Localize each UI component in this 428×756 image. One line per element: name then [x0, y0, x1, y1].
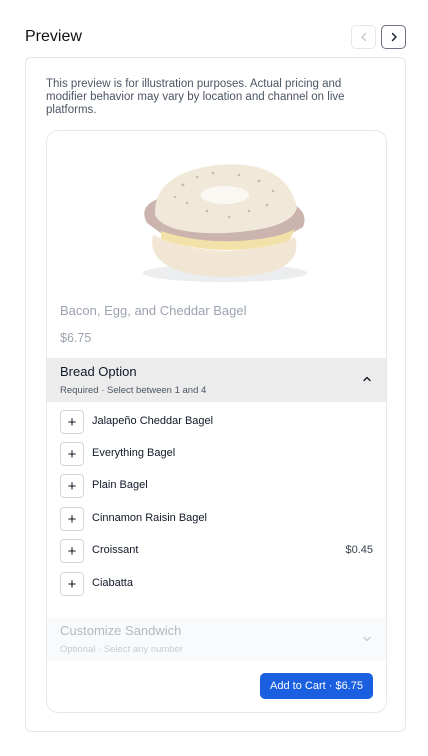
add-option-button[interactable]: +	[60, 539, 84, 563]
chevron-left-icon	[360, 32, 366, 42]
chevron-down-icon	[363, 636, 371, 642]
add-option-button[interactable]: +	[60, 507, 84, 531]
option-label: Cinnamon Raisin Bagel	[92, 512, 207, 524]
add-option-button[interactable]: +	[60, 572, 84, 596]
bread-option-group-header[interactable]: Bread Option Required · Select between 1…	[47, 358, 386, 402]
option-row: + Ciabatta	[60, 572, 373, 596]
product-card: Bacon, Egg, and Cheddar Bagel $6.75 Brea…	[46, 130, 387, 713]
option-row: + Plain Bagel	[60, 474, 373, 498]
plus-icon: +	[67, 510, 77, 528]
option-label: Jalapeño Cheddar Bagel	[92, 415, 214, 427]
group-requirement: Optional · Select any number	[60, 644, 184, 655]
preview-header: Preview	[25, 24, 406, 50]
add-to-cart-button[interactable]: Add to Cart · $6.75	[260, 673, 373, 699]
disclaimer-text: This preview is for illustration purpose…	[46, 78, 345, 116]
plus-icon: +	[67, 413, 77, 431]
chevron-right-icon	[391, 32, 397, 42]
option-label: Croissant	[92, 544, 139, 556]
option-row: + Everything Bagel	[60, 442, 373, 466]
option-price: $0.45	[345, 544, 373, 556]
plus-icon: +	[67, 477, 77, 495]
next-button[interactable]	[381, 25, 406, 49]
plus-icon: +	[67, 445, 77, 463]
option-row: + Cinnamon Raisin Bagel	[60, 507, 373, 531]
page-title: Preview	[25, 28, 82, 45]
add-option-button[interactable]: +	[60, 410, 84, 434]
add-option-button[interactable]: +	[60, 474, 84, 498]
option-label: Ciabatta	[92, 577, 133, 589]
option-label: Plain Bagel	[92, 479, 148, 491]
previous-button[interactable]	[351, 25, 376, 49]
plus-icon: +	[67, 542, 77, 560]
chevron-up-icon	[363, 376, 371, 382]
option-label: Everything Bagel	[92, 447, 176, 459]
group-title: Customize Sandwich	[60, 623, 182, 638]
preview-panel: This preview is for illustration purpose…	[25, 57, 406, 732]
plus-icon: +	[67, 575, 77, 593]
option-row: + Jalapeño Cheddar Bagel	[60, 410, 373, 434]
option-row: + Croissant $0.45	[60, 539, 373, 563]
group-title: Bread Option	[60, 364, 137, 379]
product-name: Bacon, Egg, and Cheddar Bagel	[60, 303, 247, 318]
customize-sandwich-group-header[interactable]: Customize Sandwich Optional · Select any…	[47, 617, 386, 661]
product-image	[143, 164, 307, 282]
add-option-button[interactable]: +	[60, 442, 84, 466]
group-requirement: Required · Select between 1 and 4	[60, 385, 207, 396]
product-price: $6.75	[60, 331, 92, 345]
